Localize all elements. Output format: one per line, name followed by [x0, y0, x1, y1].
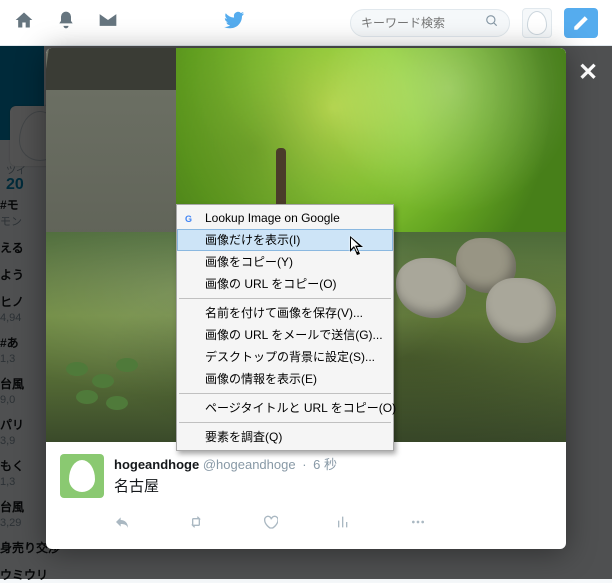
context-menu-label: 名前を付けて画像を保存(V)...: [205, 306, 363, 320]
context-menu: Lookup Image on Google 画像だけを表示(I) 画像をコピー(Y…: [176, 204, 394, 451]
top-nav: [0, 0, 612, 46]
context-menu-item[interactable]: 画像の情報を表示(E): [177, 368, 393, 390]
tweet-text: 名古屋: [114, 475, 552, 496]
context-menu-label: ページタイトルと URL をコピー(O): [205, 401, 396, 415]
context-menu-item[interactable]: 画像の URL をコピー(O): [177, 273, 393, 295]
more-icon[interactable]: [410, 514, 426, 535]
messages-icon[interactable]: [98, 10, 118, 35]
activity-icon[interactable]: [336, 514, 352, 535]
tweet-body-area: hogeandhoge @hogeandhoge · 6 秒 名古屋: [46, 442, 566, 506]
menu-separator: [179, 298, 391, 299]
context-menu-label: 画像だけを表示(I): [205, 233, 300, 247]
menu-separator: [179, 422, 391, 423]
username[interactable]: @hogeandhoge: [203, 457, 296, 472]
twitter-logo-icon[interactable]: [223, 9, 245, 36]
notifications-icon[interactable]: [56, 10, 76, 35]
reply-icon[interactable]: [114, 514, 130, 535]
tweet-actions: [46, 506, 566, 549]
compose-tweet-button[interactable]: [564, 8, 598, 38]
close-modal-button[interactable]: ✕: [578, 58, 598, 87]
context-menu-label: 画像の情報を表示(E): [205, 372, 317, 386]
context-menu-label: デスクトップの背景に設定(S)...: [205, 350, 375, 364]
timestamp[interactable]: 6 秒: [313, 457, 337, 472]
context-menu-item[interactable]: ページタイトルと URL をコピー(O): [177, 397, 393, 419]
context-menu-item[interactable]: デスクトップの背景に設定(S)...: [177, 346, 393, 368]
tweet-header: hogeandhoge @hogeandhoge · 6 秒: [114, 454, 552, 473]
nav-left-icons: [14, 10, 118, 35]
display-name[interactable]: hogeandhoge: [114, 457, 199, 472]
context-menu-item[interactable]: 画像だけを表示(I): [177, 229, 393, 251]
context-menu-item[interactable]: 画像をコピー(Y): [177, 251, 393, 273]
tweet-content: hogeandhoge @hogeandhoge · 6 秒 名古屋: [114, 454, 552, 498]
context-menu-label: Lookup Image on Google: [205, 211, 340, 225]
context-menu-item[interactable]: 要素を調査(Q): [177, 426, 393, 448]
context-menu-label: 画像をコピー(Y): [205, 255, 293, 269]
context-menu-label: 画像の URL をコピー(O): [205, 277, 337, 291]
separator: ·: [299, 457, 309, 472]
search-box[interactable]: [350, 9, 510, 37]
context-menu-label: 要素を調査(Q): [205, 430, 282, 444]
like-icon[interactable]: [262, 514, 278, 535]
menu-separator: [179, 393, 391, 394]
nav-right: [350, 8, 598, 38]
context-menu-item[interactable]: Lookup Image on Google: [177, 207, 393, 229]
tweet-avatar[interactable]: [60, 454, 104, 498]
retweet-icon[interactable]: [188, 514, 204, 535]
logo-area: [118, 9, 350, 36]
context-menu-item[interactable]: 画像の URL をメールで送信(G)...: [177, 324, 393, 346]
search-icon[interactable]: [485, 14, 499, 31]
account-menu-avatar[interactable]: [522, 8, 552, 38]
google-icon: [183, 210, 197, 224]
context-menu-label: 画像の URL をメールで送信(G)...: [205, 328, 383, 342]
context-menu-item[interactable]: 名前を付けて画像を保存(V)...: [177, 302, 393, 324]
home-icon[interactable]: [14, 10, 34, 35]
search-input[interactable]: [361, 16, 485, 30]
